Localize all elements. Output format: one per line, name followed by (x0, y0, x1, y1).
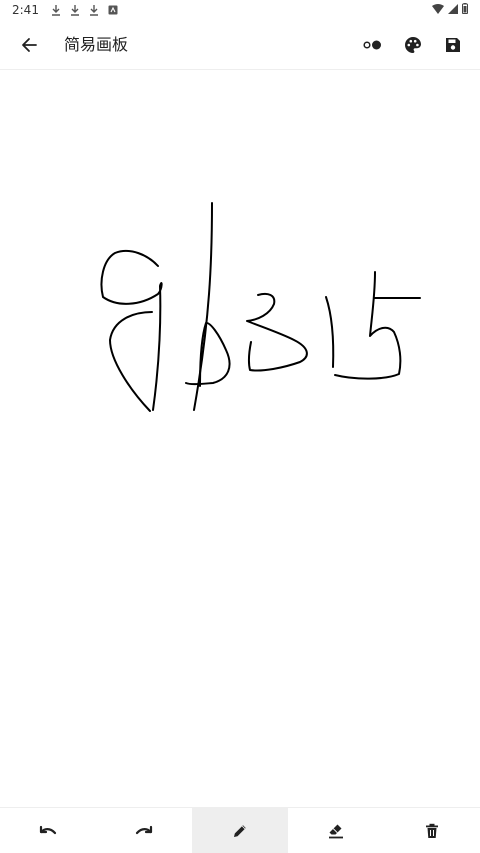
redo-button[interactable] (96, 808, 192, 853)
stroke-b-shape (185, 322, 231, 387)
pen-button[interactable] (192, 808, 288, 853)
drawing-canvas[interactable] (0, 71, 480, 807)
stroke-5-body (334, 271, 402, 380)
stroke-1 (325, 296, 335, 368)
eraser-button[interactable] (288, 808, 384, 853)
undo-icon (39, 825, 57, 834)
stroke-3 (246, 292, 308, 372)
clear-button[interactable] (384, 808, 480, 853)
redo-icon (135, 825, 153, 834)
handwriting-strokes (100, 202, 421, 412)
stroke-vertical-line (193, 202, 213, 411)
stroke-9-loop (100, 249, 163, 411)
app-screen: 2:41 简易画板 (0, 0, 480, 853)
bottom-toolbar (0, 807, 480, 853)
undo-button[interactable] (0, 808, 96, 853)
stroke-9-tail (109, 311, 153, 412)
eraser-icon (329, 824, 343, 838)
delete-icon (426, 823, 438, 838)
pencil-icon (234, 824, 246, 837)
